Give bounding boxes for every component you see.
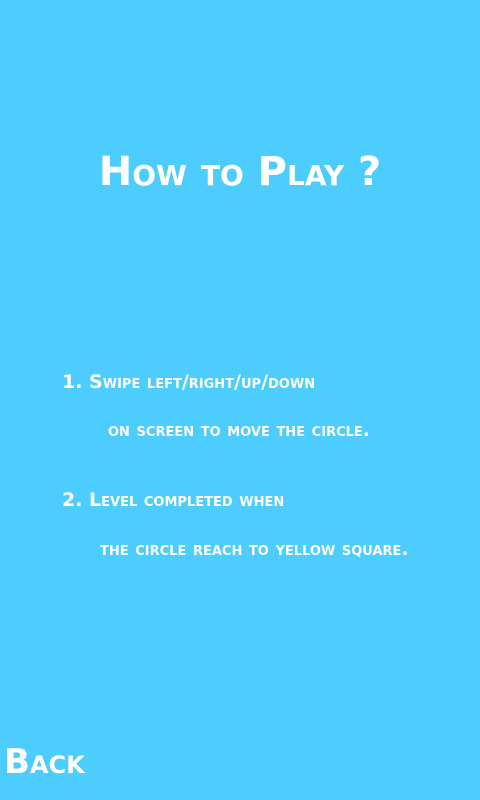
page-title: How to Play ? <box>98 149 382 195</box>
back-button[interactable]: Back <box>4 737 85 787</box>
instruction-1-line-1: 1. Swipe left/right/up/down <box>62 371 316 393</box>
instruction-2-line-1: 2. Level completed when <box>62 489 285 511</box>
instruction-2-line-2: the circle reach to yellow square. <box>100 538 409 560</box>
how-to-play-screen: How to Play ? 1. Swipe left/right/up/dow… <box>0 0 480 800</box>
instruction-1-line-2: on screen to move the circle. <box>108 419 370 441</box>
